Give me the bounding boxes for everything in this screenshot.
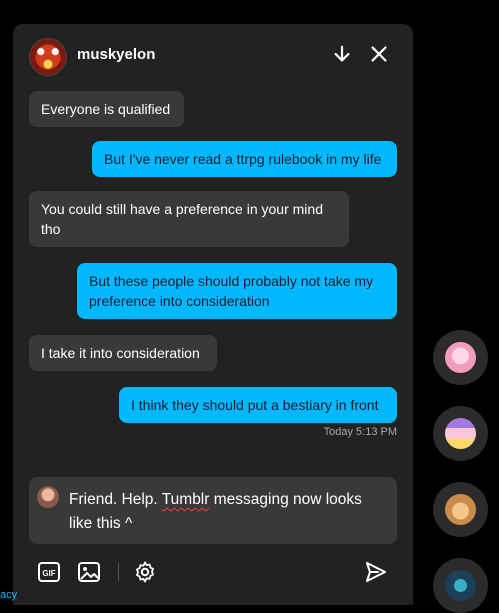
avatar [445, 570, 476, 601]
settings-button[interactable] [133, 560, 157, 584]
message-input[interactable]: Friend. Help. Tumblr messaging now looks… [69, 488, 387, 536]
message-bubble-received: I take it into consideration [29, 335, 217, 371]
image-button[interactable] [77, 560, 101, 584]
message-bubble-sent: But I've never read a ttrpg rulebook in … [92, 141, 397, 177]
image-icon [78, 562, 100, 582]
send-button[interactable] [364, 560, 388, 584]
gear-icon [136, 561, 154, 583]
message-bubble-sent: I think they should put a bestiary in fr… [119, 387, 397, 423]
avatar [445, 342, 476, 373]
misspelled-word: Tumblr [161, 491, 210, 508]
conversation-username[interactable]: muskyelon [77, 46, 155, 63]
message-bubble-received: You could still have a preference in you… [29, 191, 349, 247]
gif-button[interactable]: GIF [37, 560, 61, 584]
conversation-avatar-bubble[interactable] [433, 330, 488, 385]
gif-icon: GIF [38, 562, 60, 582]
message-bubble-sent: But these people should probably not tak… [77, 263, 397, 319]
arrow-down-icon [334, 45, 350, 62]
send-icon [366, 562, 386, 582]
avatar [445, 494, 476, 525]
svg-text:GIF: GIF [42, 569, 55, 578]
conversation-avatar[interactable] [29, 38, 67, 76]
sender-avatar [37, 486, 59, 508]
message-timestamp: Today 5:13 PM [323, 426, 397, 438]
message-bubble-received: Everyone is qualified [29, 91, 184, 127]
message-composer[interactable]: Friend. Help. Tumblr messaging now looks… [29, 477, 397, 544]
close-icon [371, 46, 387, 62]
background-link-text[interactable]: acy [0, 589, 17, 601]
chat-header: muskyelon [13, 24, 413, 86]
close-button[interactable] [368, 43, 390, 65]
composer-toolbar: GIF [13, 554, 413, 594]
minimize-button[interactable] [331, 43, 353, 65]
conversation-avatar-bubble[interactable] [433, 482, 488, 537]
avatar [445, 418, 476, 449]
chat-window: muskyelon Everyone is qualified But I've… [13, 24, 413, 605]
conversation-avatar-bubble[interactable] [433, 406, 488, 461]
toolbar-divider [118, 563, 119, 581]
